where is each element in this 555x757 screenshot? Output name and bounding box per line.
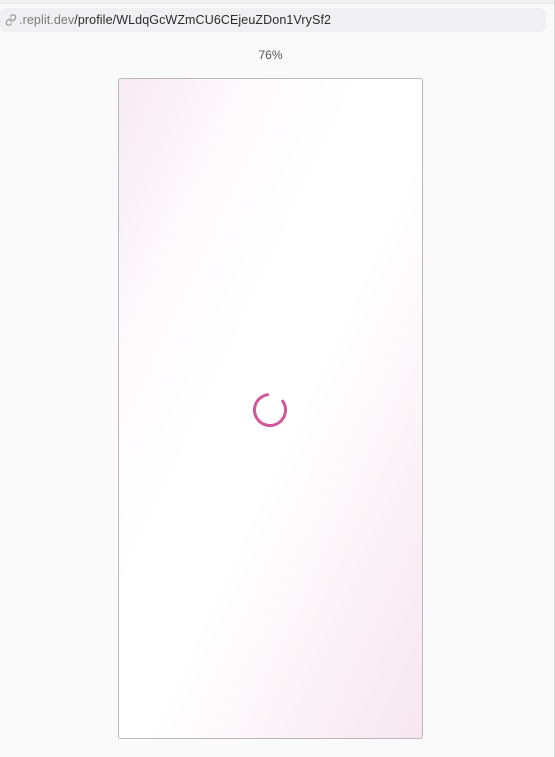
preview-frame bbox=[118, 78, 423, 739]
zoom-level: 76% bbox=[258, 48, 283, 62]
address-bar[interactable]: .replit.dev/profile/WLdqGcWZmCU6CEjeuZDo… bbox=[0, 8, 546, 32]
spinner-icon bbox=[252, 392, 288, 428]
link-icon bbox=[4, 13, 18, 27]
url-path: /profile/WLdqGcWZmCU6CEjeuZDon1VrySf2 bbox=[74, 13, 332, 27]
url-text[interactable]: .replit.dev/profile/WLdqGcWZmCU6CEjeuZDo… bbox=[19, 13, 331, 27]
top-border bbox=[0, 0, 555, 4]
url-domain: .replit.dev bbox=[19, 13, 75, 27]
